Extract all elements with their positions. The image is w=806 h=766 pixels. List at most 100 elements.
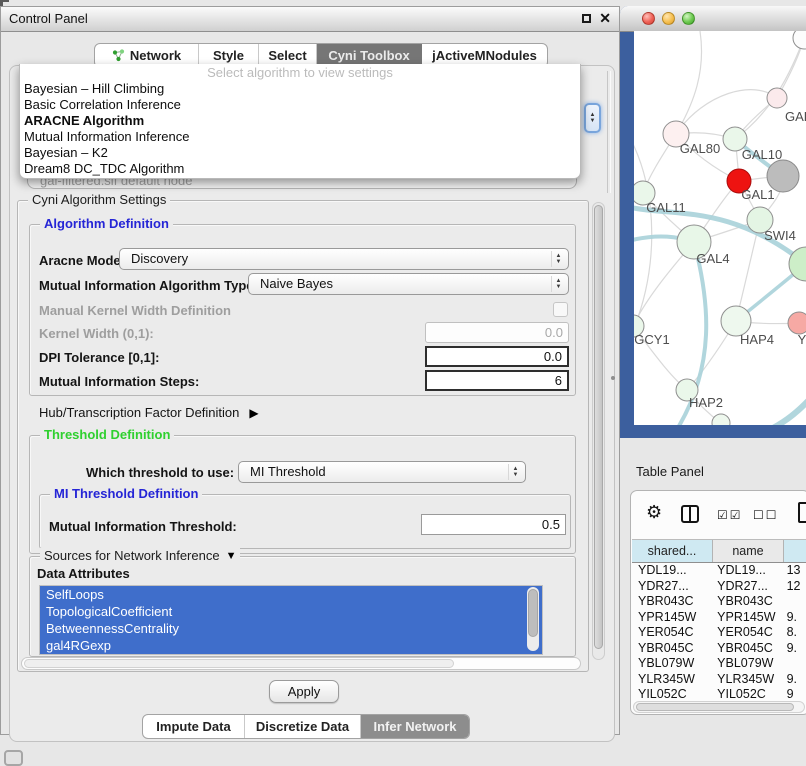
scrollbar-thumb[interactable] [24,659,454,668]
settings-vertical-scrollbar[interactable] [592,202,605,660]
table-cell: YBL079W [711,656,780,672]
node-label-gal80: GAL80 [680,141,720,156]
table-cell: YLR345W [632,672,711,688]
table-horizontal-scrollbar[interactable] [633,701,805,713]
column-header-shared[interactable]: shared... [632,540,713,562]
algorithm-option-basic-correlation-inference[interactable]: Basic Correlation Inference [20,97,580,113]
tab-label: Cyni Toolbox [328,48,409,63]
table-panel-title: Table Panel [636,464,704,479]
table-cell: 9 [781,687,806,702]
network-window-titlebar[interactable] [620,6,806,32]
tab-impute-data[interactable]: Impute Data [143,715,245,738]
attribute-item-gal4rgexp[interactable]: gal4RGexp [40,637,542,654]
table-row[interactable]: YBL079WYBL079W [632,656,806,672]
network-canvas[interactable]: GALGAL80GAL10GAL1GAL11SWI4GAL4GCY1HAP4YH… [634,31,806,425]
manual-kernel-checkbox[interactable] [553,302,568,317]
table-cell [781,594,806,610]
table-row[interactable]: YER054CYER054C8. [632,625,806,641]
apply-button[interactable]: Apply [269,680,339,703]
kernel-width-input[interactable]: 0.0 [425,322,569,343]
combo-stepper-icon: ▲▼ [551,276,565,292]
network-node-y-partial[interactable] [788,312,806,334]
table-row[interactable]: YBR045CYBR045C9. [632,641,806,657]
table-row[interactable]: YLR345WYLR345W9. [632,672,806,688]
scrollbar-thumb[interactable] [594,205,603,649]
table-cell: 9. [781,672,806,688]
attribute-item-betweennesscentrality[interactable]: BetweennessCentrality [40,620,542,637]
zoom-traffic-light[interactable] [682,12,695,25]
combo-stepper-icon: ▲▼ [508,464,522,480]
algorithm-option-bayesian-hill-climbing[interactable]: Bayesian – Hill Climbing [20,81,580,97]
columns-icon[interactable] [681,505,699,523]
column-header-name[interactable]: name [713,540,784,562]
select-all-checkboxes-icon[interactable]: ☑☑ [717,508,743,522]
table-row[interactable]: YBR043CYBR043C [632,594,806,610]
node-label-swi4: SWI4 [764,228,796,243]
table-row[interactable]: YPR145WYPR145W9. [632,610,806,626]
column-header-partial[interactable] [784,540,806,562]
minimize-traffic-light[interactable] [662,12,675,25]
close-icon[interactable]: ✕ [599,7,611,30]
algorithm-dropdown-list: Bayesian – Hill ClimbingBasic Correlatio… [20,81,580,177]
table-cell: YIL052C [711,687,780,702]
algorithm-option-dream8-dc-tdc-algorithm[interactable]: Dream8 DC_TDC Algorithm [20,161,580,177]
table-cell: YIL052C [632,687,711,702]
algorithm-option-mutual-information-inference[interactable]: Mutual Information Inference [20,129,580,145]
dpi-tolerance-input[interactable]: 0.0 [425,346,569,367]
expanded-arrow-icon[interactable]: ▼ [226,550,237,562]
new-table-icon[interactable] [798,502,806,523]
mi-type-label: Mutual Information Algorithm Type: [39,278,258,293]
stepper-down-icon: ▼ [590,118,596,124]
network-node-partial-top[interactable] [793,31,806,49]
node-label-gal10: GAL10 [742,147,782,162]
focused-combo-stepper[interactable]: ▲ ▼ [584,103,601,133]
which-threshold-select[interactable]: MI Threshold ▲▼ [238,461,526,483]
attribute-item-topologicalcoefficient[interactable]: TopologicalCoefficient [40,603,542,620]
mi-threshold-input[interactable]: 0.5 [421,514,566,535]
network-node-gal-partial[interactable] [767,88,787,108]
table-cell: YBR045C [632,641,711,657]
table-cell: YDL19... [711,563,780,579]
table-cell: YBL079W [632,656,711,672]
hub-definition-toggle[interactable]: Hub/Transcription Factor Definition ▶ [39,405,259,420]
aracne-mode-label: Aracne Mode: [39,253,125,268]
tab-infer-network[interactable]: Infer Network [361,715,469,738]
combo-stepper-icon: ▲▼ [551,251,565,267]
data-attributes-list[interactable]: SelfLoopsTopologicalCoefficientBetweenne… [39,585,543,655]
table-row[interactable]: YIL052CYIL052C9 [632,687,806,702]
algorithm-definition-title: Algorithm Definition [44,216,169,231]
control-panel-titlebar[interactable]: Control Panel ✕ [1,7,619,32]
dpi-tolerance-label: DPI Tolerance [0,1]: [39,350,159,365]
mi-type-value: Naive Bayes [249,274,568,294]
settings-horizontal-scrollbar[interactable] [21,657,581,670]
tab-label: Style [213,48,244,63]
algorithm-dropdown: Select algorithm to view settings Bayesi… [19,64,581,179]
network-icon [112,49,125,62]
mi-type-select[interactable]: Naive Bayes ▲▼ [248,273,569,295]
gear-icon[interactable]: ⚙ [646,502,662,523]
aracne-mode-select[interactable]: Discovery ▲▼ [119,248,569,270]
scrollbar-thumb[interactable] [528,589,538,637]
float-window-icon[interactable] [582,14,591,23]
attributes-list-scrollbar[interactable] [527,587,539,651]
panel-divider-handle[interactable] [611,376,615,380]
tab-discretize-data[interactable]: Discretize Data [245,715,361,738]
minimized-panel-icon[interactable] [4,750,23,766]
algorithm-option-aracne-algorithm[interactable]: ARACNE Algorithm [20,113,580,129]
deselect-all-checkboxes-icon[interactable]: ☐☐ [753,508,779,522]
scrollbar-thumb[interactable] [636,703,794,711]
table-cell: YPR145W [711,610,780,626]
table-row[interactable]: YDR27...YDR27...12 [632,579,806,595]
table-cell: 9. [781,610,806,626]
mi-steps-label: Mutual Information Steps: [39,374,199,389]
attribute-item-selfloops[interactable]: SelfLoops [40,586,542,603]
table-cell: 12 [781,579,806,595]
network-node-partial-bottom[interactable] [712,414,730,425]
table-cell: YBR043C [711,594,780,610]
collapsed-arrow-icon: ▶ [249,406,258,420]
mi-steps-input[interactable]: 6 [425,370,569,391]
algorithm-option-bayesian-k2[interactable]: Bayesian – K2 [20,145,580,161]
table-row[interactable]: YDL19...YDL19...13 [632,563,806,579]
node-label-gal: GAL [785,109,806,124]
close-traffic-light[interactable] [642,12,655,25]
